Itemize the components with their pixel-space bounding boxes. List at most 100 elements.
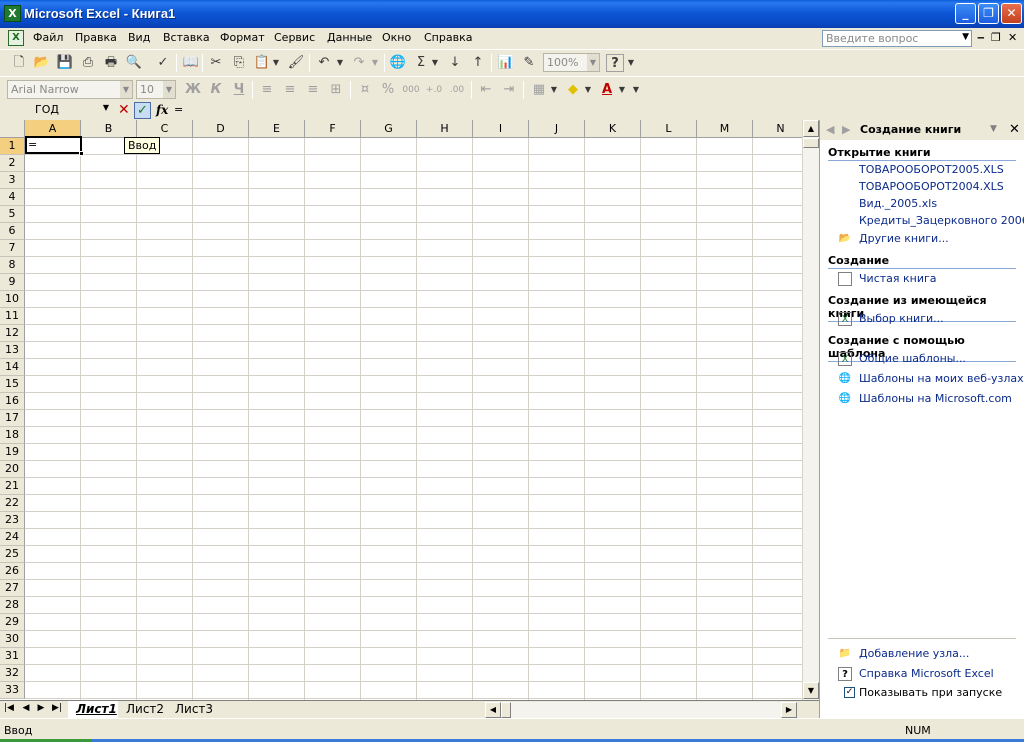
chevron-down-icon[interactable]: ▼	[430, 54, 440, 72]
forward-arrow-icon[interactable]: ▶	[842, 123, 850, 136]
hyperlink-icon[interactable]: 🌐	[389, 54, 407, 72]
row-header[interactable]: 7	[0, 240, 25, 257]
row-header[interactable]: 30	[0, 631, 25, 648]
row-header[interactable]: 22	[0, 495, 25, 512]
row-header[interactable]: 28	[0, 597, 25, 614]
row-header[interactable]: 31	[0, 648, 25, 665]
font-size-select[interactable]: 10 ▼	[136, 80, 176, 99]
new-icon[interactable]: 🗋	[10, 54, 28, 72]
scroll-right-icon[interactable]: ▶	[781, 702, 797, 718]
font-name-select[interactable]: Arial Narrow ▼	[7, 80, 133, 99]
doc-restore-button[interactable]: ❐	[991, 31, 1001, 44]
last-sheet-icon[interactable]: ▶|	[51, 703, 63, 713]
doc-close-button[interactable]: ✕	[1008, 31, 1017, 44]
column-header[interactable]: L	[641, 120, 697, 138]
row-header[interactable]: 16	[0, 393, 25, 410]
horizontal-scrollbar[interactable]: ◀ ▶	[485, 702, 797, 718]
row-header[interactable]: 4	[0, 189, 25, 206]
spelling-icon[interactable]: ✓	[154, 54, 172, 72]
recent-file-link[interactable]: ТОВАРООБОРОТ2004.XLS	[859, 180, 1004, 193]
row-header[interactable]: 13	[0, 342, 25, 359]
chevron-down-icon[interactable]: ▼	[103, 103, 109, 112]
column-header[interactable]: B	[81, 120, 137, 138]
increase-indent-icon[interactable]: ⇥	[500, 81, 518, 99]
underline-button[interactable]: Ч	[230, 81, 248, 99]
currency-icon[interactable]: ¤	[356, 81, 374, 99]
row-header[interactable]: 14	[0, 359, 25, 376]
column-header[interactable]: G	[361, 120, 417, 138]
menu-file[interactable]: Файл	[33, 31, 63, 44]
paste-icon[interactable]: 📋	[253, 54, 271, 72]
help-question-input[interactable]: Введите вопрос ▼	[822, 30, 972, 47]
percent-icon[interactable]: %	[379, 81, 397, 99]
help-icon[interactable]: ?	[606, 54, 624, 72]
bold-button[interactable]: Ж	[184, 81, 202, 99]
document-icon[interactable]: X	[8, 30, 24, 46]
save-icon[interactable]: 💾	[56, 54, 74, 72]
chevron-down-icon[interactable]: ▼	[271, 54, 281, 72]
row-header[interactable]: 27	[0, 580, 25, 597]
drawing-icon[interactable]: ✎	[520, 54, 538, 72]
row-header[interactable]: 11	[0, 308, 25, 325]
fill-color-icon[interactable]: ◆	[564, 81, 582, 99]
hscroll-thumb[interactable]	[501, 702, 511, 718]
redo-icon[interactable]: ↷	[350, 54, 368, 72]
sort-ascending-icon[interactable]: ↓	[446, 54, 464, 72]
web-templates-link[interactable]: Шаблоны на моих веб-узлах...	[859, 372, 1024, 385]
scroll-down-icon[interactable]: ▼	[803, 682, 819, 699]
toolbar-options-icon[interactable]: ▼	[631, 81, 641, 99]
menu-data[interactable]: Данные	[327, 31, 372, 44]
chevron-down-icon[interactable]: ▼	[990, 124, 997, 134]
menu-tools[interactable]: Сервис	[274, 31, 315, 44]
fill-handle[interactable]	[79, 151, 84, 156]
row-header[interactable]: 33	[0, 682, 25, 699]
show-on-startup-checkbox[interactable]: ✓	[844, 687, 855, 698]
chevron-down-icon[interactable]: ▼	[335, 54, 345, 72]
back-arrow-icon[interactable]: ◀	[826, 123, 834, 136]
column-header[interactable]: H	[417, 120, 473, 138]
research-icon[interactable]: 📖	[182, 54, 200, 72]
scroll-up-icon[interactable]: ▲	[803, 120, 819, 137]
cells-area[interactable]	[25, 138, 802, 700]
excel-app-icon[interactable]: X	[4, 5, 21, 22]
enter-check-icon[interactable]: ✓	[134, 102, 151, 119]
increase-decimal-icon[interactable]: +.0	[425, 81, 443, 99]
active-cell-a1[interactable]: =	[25, 136, 82, 154]
insert-function-icon[interactable]: fx	[156, 103, 168, 117]
align-left-icon[interactable]: ≡	[258, 81, 276, 99]
menu-edit[interactable]: Правка	[75, 31, 117, 44]
autosum-icon[interactable]: Σ	[412, 54, 430, 72]
comma-style-icon[interactable]: 000	[402, 81, 420, 99]
row-header[interactable]: 15	[0, 376, 25, 393]
general-templates-link[interactable]: Общие шаблоны...	[859, 352, 966, 365]
recent-file-link[interactable]: ТОВАРООБОРОТ2005.XLS	[859, 163, 1004, 176]
row-header[interactable]: 9	[0, 274, 25, 291]
choose-book-link[interactable]: Выбор книги...	[859, 312, 944, 325]
column-header[interactable]: D	[193, 120, 249, 138]
next-sheet-icon[interactable]: ▶	[35, 703, 47, 713]
chevron-down-icon[interactable]: ▼	[617, 81, 627, 99]
row-header[interactable]: 5	[0, 206, 25, 223]
chevron-down-icon[interactable]: ▼	[583, 81, 593, 99]
row-header[interactable]: 24	[0, 529, 25, 546]
row-header[interactable]: 21	[0, 478, 25, 495]
ms-templates-link[interactable]: Шаблоны на Microsoft.com	[859, 392, 1012, 405]
zoom-select[interactable]: 100% ▼	[543, 53, 600, 72]
sheet-tab-1[interactable]: Лист1	[68, 701, 123, 718]
print-icon[interactable]: 🖶	[102, 54, 120, 72]
other-books-link[interactable]: Другие книги...	[859, 232, 949, 245]
minimize-button[interactable]: _	[955, 3, 976, 24]
column-header[interactable]: M	[697, 120, 753, 138]
toolbar-options-icon[interactable]: ▼	[626, 54, 636, 72]
column-header[interactable]: C	[137, 120, 193, 138]
close-button[interactable]: ✕	[1001, 3, 1022, 24]
row-header[interactable]: 25	[0, 546, 25, 563]
row-header[interactable]: 17	[0, 410, 25, 427]
recent-file-link[interactable]: Кредиты_Зацерковного 2006.xls	[859, 214, 1024, 227]
row-header[interactable]: 32	[0, 665, 25, 682]
column-header[interactable]: K	[585, 120, 641, 138]
align-center-icon[interactable]: ≡	[281, 81, 299, 99]
chevron-down-icon[interactable]: ▼	[962, 32, 969, 42]
chevron-down-icon[interactable]: ▼	[370, 54, 380, 72]
recent-file-link[interactable]: Вид._2005.xls	[859, 197, 937, 210]
